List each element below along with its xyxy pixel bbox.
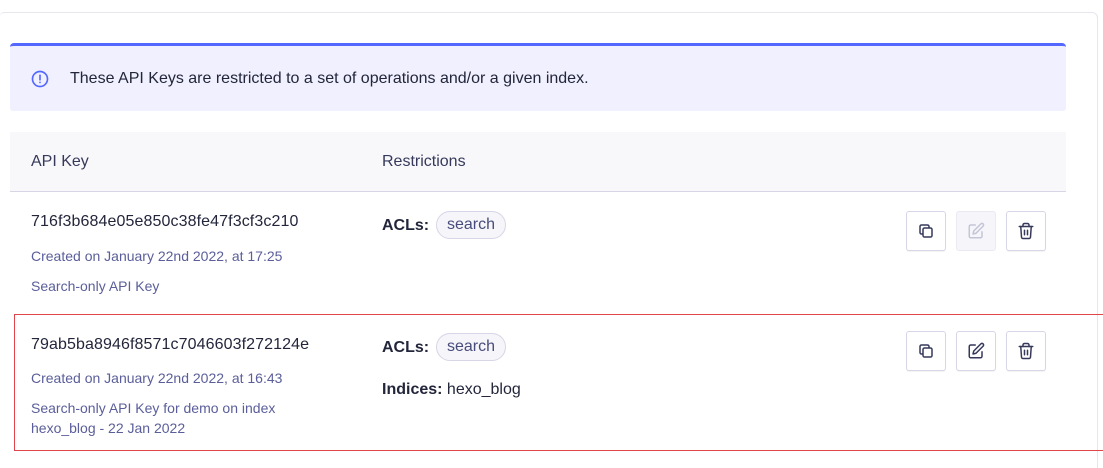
column-header-restrictions: Restrictions <box>382 152 466 170</box>
copy-icon <box>919 344 933 358</box>
info-circle-icon <box>30 69 50 89</box>
banner-text: These API Keys are restricted to a set o… <box>70 69 589 87</box>
key-description: Search-only API Key <box>31 278 160 294</box>
acl-tag-search: search <box>436 333 507 361</box>
table-row: 79ab5ba8946f8571c7046603f272124e Created… <box>10 314 1066 450</box>
edit-icon <box>968 222 985 239</box>
created-date: Created on January 22nd 2022, at 16:43 <box>31 370 283 386</box>
key-description-line-1: Search-only API Key for demo on index <box>31 400 276 416</box>
copy-key-button[interactable] <box>906 211 946 251</box>
delete-key-button[interactable] <box>1006 211 1046 251</box>
copy-icon <box>919 224 933 238</box>
column-header-api-key: API Key <box>31 152 89 170</box>
acl-label: ACLs: <box>382 217 430 234</box>
acl-label: ACLs: <box>382 339 430 356</box>
key-description-line-2: hexo_blog - 22 Jan 2022 <box>31 420 186 436</box>
copy-key-button[interactable] <box>906 331 946 371</box>
trash-icon <box>1018 222 1034 240</box>
indices-value: hexo_blog <box>446 381 521 398</box>
indices-restriction: Indices: hexo_blog <box>382 381 521 399</box>
indices-label: Indices: <box>382 381 443 398</box>
acl-tag-search: search <box>436 211 507 239</box>
api-key-value[interactable]: 716f3b684e05e850c38fe47f3cf3c210 <box>31 213 298 231</box>
edit-key-button[interactable] <box>956 211 996 251</box>
delete-key-button[interactable] <box>1006 331 1046 371</box>
table-row: 716f3b684e05e850c38fe47f3cf3c210 Created… <box>10 193 1066 314</box>
trash-icon <box>1018 342 1034 360</box>
created-date: Created on January 22nd 2022, at 17:25 <box>31 248 283 264</box>
info-banner: These API Keys are restricted to a set o… <box>10 43 1066 111</box>
table-header: API Key Restrictions <box>10 132 1066 192</box>
api-key-value[interactable]: 79ab5ba8946f8571c7046603f272124e <box>31 336 309 354</box>
edit-icon <box>968 342 985 359</box>
edit-key-button[interactable] <box>956 331 996 371</box>
